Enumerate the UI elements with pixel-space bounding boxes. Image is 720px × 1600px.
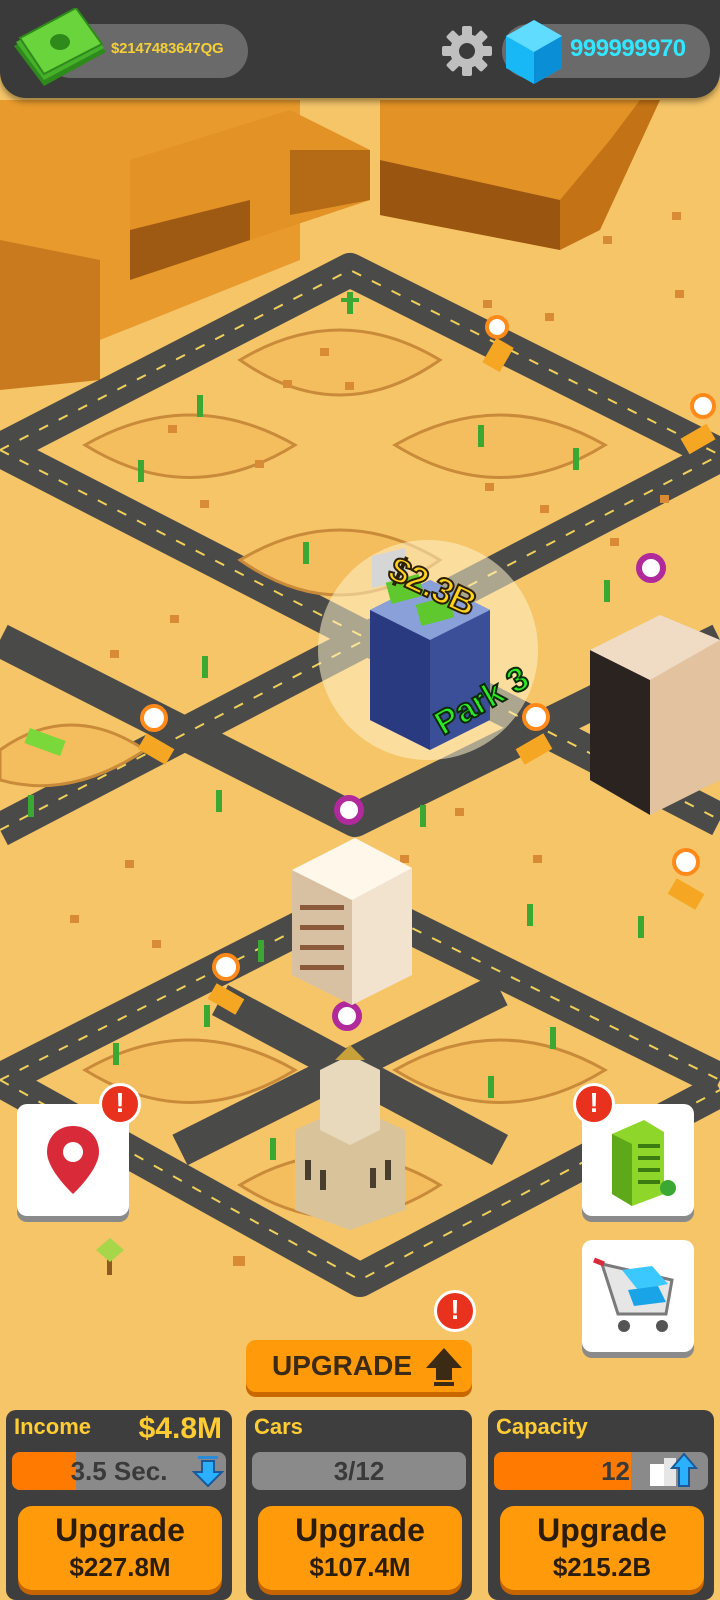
income-upgrade-cost: $227.8M <box>69 1552 171 1582</box>
upgrade-button[interactable]: UPGRADE <box>246 1340 472 1392</box>
capacity-upgrade-button[interactable]: Upgrade $215.2B <box>500 1506 704 1590</box>
income-upgrade-label: Upgrade <box>55 1512 185 1548</box>
money-amount: $2147483647QG <box>111 40 224 57</box>
blue-gem-icon <box>506 20 562 84</box>
capacity-upgrade-label: Upgrade <box>537 1512 667 1548</box>
cars-title: Cars <box>254 1414 303 1439</box>
upgrade-button-label: UPGRADE <box>272 1350 413 1381</box>
income-panel: Income $4.8M 3.5 Sec. Upgrade $227.8M <box>6 1410 232 1600</box>
cars-count-text: 3/12 <box>333 1456 385 1486</box>
cars-upgrade-label: Upgrade <box>295 1512 425 1548</box>
cash-stack-icon <box>14 8 106 86</box>
top-bar: $2147483647QG 999999970 <box>0 0 720 98</box>
office-tower-building[interactable] <box>590 615 720 815</box>
down-arrow-icon <box>191 1456 225 1488</box>
shop-button[interactable] <box>582 1240 694 1352</box>
cars-panel: Cars 3/12 Upgrade $107.4M <box>246 1410 472 1600</box>
cars-upgrade-cost: $107.4M <box>309 1552 411 1582</box>
income-value: $4.8M <box>138 1412 222 1445</box>
gear-icon[interactable] <box>440 24 494 78</box>
capacity-title: Capacity <box>496 1414 588 1439</box>
capacity-upgrade-cost: $215.2B <box>552 1552 652 1582</box>
cars-upgrade-button[interactable]: Upgrade $107.4M <box>258 1506 462 1590</box>
income-title: Income <box>14 1414 92 1439</box>
building-capacity-icon <box>650 1452 699 1487</box>
map-alert-badge: ! <box>99 1083 141 1125</box>
gem-amount: 999999970 <box>570 35 686 62</box>
apartment-building[interactable] <box>292 838 412 1005</box>
capacity-panel: Capacity 12 Upgrade $215.2B <box>488 1410 714 1600</box>
shopping-cart-icon <box>593 1257 674 1332</box>
up-arrow-icon <box>426 1348 462 1386</box>
buildings-alert-badge: ! <box>573 1083 615 1125</box>
cars-count-bar: 3/12 <box>252 1452 466 1490</box>
upgrade-alert-badge: ! <box>434 1290 476 1332</box>
income-upgrade-button[interactable]: Upgrade $227.8M <box>18 1506 222 1590</box>
